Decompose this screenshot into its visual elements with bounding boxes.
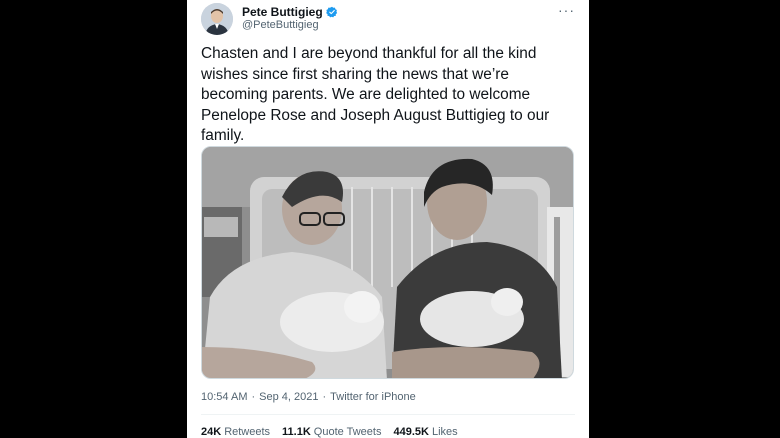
engagement-stats: 24K Retweets 11.1K Quote Tweets 449.5K Like… (201, 426, 458, 438)
quote-tweets-label: Quote Tweets (313, 426, 382, 438)
avatar-portrait (201, 3, 233, 35)
quote-tweets-stat[interactable]: 11.1K Quote Tweets (282, 426, 381, 438)
verified-badge-icon (325, 6, 337, 18)
tweet-card: Pete Buttigieg @PeteButtigieg ··· Chaste… (187, 0, 589, 438)
more-options-icon[interactable]: ··· (558, 2, 575, 18)
tweet-source[interactable]: Twitter for iPhone (330, 391, 416, 403)
avatar[interactable] (201, 3, 233, 35)
author-name-row: Pete Buttigieg (242, 5, 338, 19)
likes-label: Likes (431, 426, 458, 438)
meta-separator: · (251, 391, 256, 403)
tweet-metadata: 10:54 AM · Sep 4, 2021 · Twitter for iPh… (201, 391, 416, 403)
tweet-date[interactable]: Sep 4, 2021 (259, 391, 318, 403)
photo-illustration (202, 147, 573, 378)
likes-count: 449.5K (393, 426, 429, 438)
meta-separator: · (322, 391, 327, 403)
retweets-label: Retweets (224, 426, 271, 438)
tweet-photo[interactable] (201, 146, 574, 379)
quote-tweets-count: 11.1K (282, 426, 311, 438)
tweet-time[interactable]: 10:54 AM (201, 391, 247, 403)
author-handle[interactable]: @PeteButtigieg (242, 19, 319, 31)
tweet-text: Chasten and I are beyond thankful for al… (201, 45, 550, 144)
retweets-stat[interactable]: 24K Retweets (201, 426, 270, 438)
likes-stat[interactable]: 449.5K Likes (393, 426, 457, 438)
retweets-count: 24K (201, 426, 222, 438)
author-name[interactable]: Pete Buttigieg (242, 5, 323, 19)
divider (201, 414, 575, 415)
